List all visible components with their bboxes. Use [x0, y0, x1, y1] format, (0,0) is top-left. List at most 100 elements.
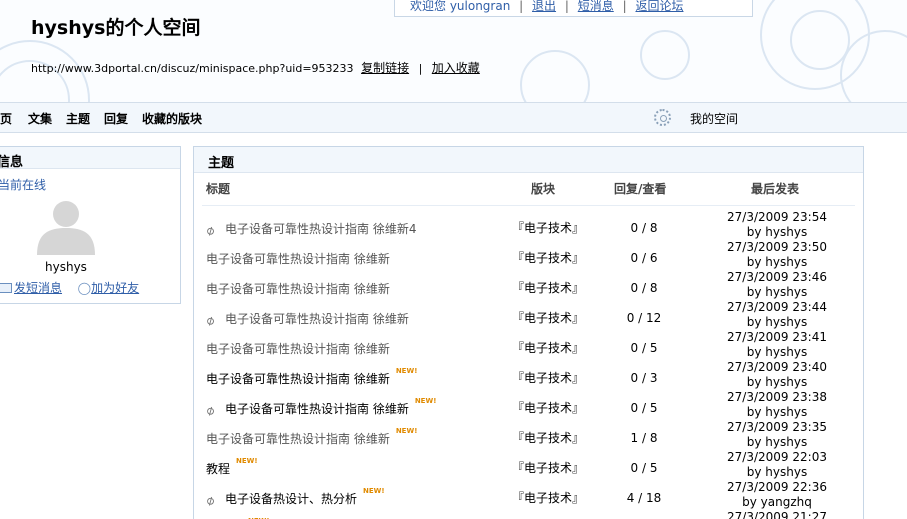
last-post-date: 27/3/2009 23:44 — [727, 300, 827, 314]
topic-row: ⌀ 电子设备可靠性热设计指南 徐维新4 『电子技术』 0 / 8 27/3/2009 2… — [194, 210, 865, 240]
topic-last-post: 27/3/2009 23:40 by hyshys — [706, 360, 848, 390]
topic-last-post: 27/3/2009 23:38 by hyshys — [706, 390, 848, 420]
last-post-date: 27/3/2009 23:38 — [727, 390, 827, 404]
topic-title-link[interactable]: 电子设备可靠性热设计指南 徐维新 — [206, 282, 390, 296]
add-favorite-button[interactable]: 加入收藏 — [432, 61, 480, 75]
topic-title-link[interactable]: 电子设备可靠性热设计指南 徐维新 — [225, 402, 409, 416]
header-decoration — [640, 30, 690, 80]
user-actions: 发短消息 ◯加为好友 — [0, 279, 139, 296]
topic-title-link[interactable]: 教程 — [206, 462, 230, 476]
last-post-author[interactable]: by hyshys — [706, 255, 848, 270]
nav-item-topics[interactable]: 主题 — [66, 110, 90, 127]
topic-title-link[interactable]: 电子设备可靠性热设计指南 徐维新 — [206, 252, 390, 266]
topic-stats: 0 / 5 — [630, 341, 658, 355]
topic-title-cell: ⌀ 电子设备热设计、热分析 NEW! — [203, 487, 385, 509]
panel-header: 主题 — [194, 147, 863, 173]
topic-stats: 0 / 8 — [630, 281, 658, 295]
topic-stats: 0 / 3 — [630, 371, 658, 385]
separator: | — [519, 0, 524, 13]
url-row: http://www.3dportal.cn/discuz/minispace.… — [31, 59, 480, 76]
topic-forum-link[interactable]: 『电子技术』 — [512, 279, 584, 296]
topic-forum-link[interactable]: 『电子技术』 — [512, 489, 584, 506]
last-post-author[interactable]: by hyshys — [706, 285, 848, 300]
col-header-last-post: 最后发表 — [751, 182, 800, 196]
last-post-author[interactable]: by yangzhq — [706, 495, 848, 510]
last-post-author[interactable]: by hyshys — [706, 405, 848, 420]
nav-item-replies[interactable]: 回复 — [104, 110, 128, 127]
last-post-author[interactable]: by hyshys — [706, 465, 848, 480]
new-badge: NEW! — [236, 457, 258, 465]
new-badge: NEW! — [395, 427, 418, 435]
topic-title-link[interactable]: 电子设备可靠性热设计指南 徐维新 — [225, 312, 409, 326]
last-post-date: 27/3/2009 23:46 — [727, 270, 827, 284]
topic-stats: 0 / 5 — [630, 401, 658, 415]
username: hyshys — [45, 260, 87, 274]
space-url: http://www.3dportal.cn/discuz/minispace.… — [31, 62, 354, 75]
back-to-forum-link[interactable]: 返回论坛 — [635, 0, 683, 13]
divider — [202, 205, 855, 206]
my-space-link[interactable]: 我的空间 — [690, 110, 738, 127]
add-friend-link[interactable]: 加为好友 — [91, 281, 139, 295]
topic-title-link[interactable]: 电子设备可靠性热设计指南 徐维新 — [206, 432, 390, 446]
col-header-forum: 版块 — [531, 182, 556, 196]
topic-last-post: 27/3/2009 21:27by hyshys — [706, 510, 848, 519]
topic-title-cell: 电子设备可靠性热设计指南 徐维新 — [206, 250, 390, 267]
topic-forum-link[interactable]: 『电子技术』 — [512, 429, 584, 446]
topic-row: 电子设备可靠性热设计指南 徐维新 『电子技术』 0 / 6 27/3/2009 23:… — [194, 240, 865, 270]
nav-item-home[interactable]: 首页 — [0, 110, 12, 127]
send-pm-link[interactable]: 发短消息 — [14, 281, 62, 295]
topic-title-cell: 电子设备可靠性热设计指南 徐维新 — [206, 280, 390, 297]
topic-title-link[interactable]: 电子设备可靠性热设计指南 徐维新4 — [225, 222, 416, 236]
last-post-author[interactable]: by hyshys — [706, 345, 848, 360]
separator: | — [622, 0, 627, 13]
last-post-date: 27/3/2009 23:50 — [727, 240, 827, 254]
last-post-author[interactable]: by hyshys — [706, 435, 848, 450]
topic-title-cell: 电子设备可靠性热设计指南 徐维新 NEW! — [206, 367, 417, 387]
new-badge: NEW! — [363, 487, 385, 495]
topic-forum-link[interactable]: 『电子技术』 — [512, 309, 584, 326]
topic-stats: 0 / 12 — [626, 311, 662, 325]
copy-link-button[interactable]: 复制链接 — [361, 61, 409, 75]
topic-row: 电子设备可靠性热设计指南 徐维新 『电子技术』 0 / 8 27/3/2009 23:… — [194, 270, 865, 300]
topic-last-post: 27/3/2009 23:50 by hyshys — [706, 240, 848, 270]
last-post-date: 27/3/2009 22:36 — [727, 480, 827, 494]
topic-stats: 4 / 18 — [626, 491, 662, 505]
separator: | — [418, 62, 423, 75]
topic-title-cell: ⌀ 电子设备可靠性热设计指南 徐维新 NEW! — [203, 397, 437, 420]
paperclip-icon: ⌀ — [203, 402, 218, 420]
topic-forum-link[interactable]: 『电子技术』 — [512, 369, 584, 386]
topic-forum-link[interactable]: 『电子技术』 — [512, 399, 584, 416]
col-header-title: 标题 — [206, 182, 231, 196]
separator: | — [564, 0, 569, 13]
topic-forum-link[interactable]: 『电子技术』 — [512, 339, 584, 356]
nav-item-articles[interactable]: 文集 — [28, 110, 52, 127]
envelope-icon — [0, 283, 12, 293]
last-post-date: 27/3/2009 23:35 — [727, 420, 827, 434]
new-badge: NEW! — [414, 397, 437, 405]
topic-forum-link[interactable]: 『电子技术』 — [512, 459, 584, 476]
panel-header: 信息 — [0, 147, 180, 170]
topic-title-link[interactable]: 电子设备热设计、热分析 — [225, 492, 357, 506]
nav-item-favorite-forums[interactable]: 收藏的版块 — [142, 110, 202, 127]
topic-title-link[interactable]: 电子设备可靠性热设计指南 徐维新 — [206, 342, 390, 356]
last-post-author[interactable]: by hyshys — [706, 225, 848, 240]
last-post-author[interactable]: by hyshys — [706, 315, 848, 330]
logout-link[interactable]: 退出 — [532, 0, 556, 13]
topic-forum-link[interactable]: 『电子技术』 — [512, 219, 584, 236]
last-post-author[interactable]: by hyshys — [706, 375, 848, 390]
paperclip-icon: ⌀ — [203, 312, 218, 330]
topic-last-post: 27/3/2009 23:54 by hyshys — [706, 210, 848, 240]
topic-title-cell: ⌀ 电子设备可靠性热设计指南 徐维新4 — [203, 220, 416, 239]
topic-row: ⌀ 电子设备可靠性热设计指南 徐维新 NEW! 『电子技术』 0 / 5 27/3/200… — [194, 390, 865, 420]
gear-icon[interactable] — [654, 109, 671, 126]
topic-stats: 0 / 6 — [630, 251, 658, 265]
last-post-date: 27/3/2009 23:41 — [727, 330, 827, 344]
topic-last-post: 27/3/2009 23:35 by hyshys — [706, 420, 848, 450]
topic-row: 电子设备可靠性热设计指南 徐维新 NEW! 『电子技术』 1 / 8 27/3/2009… — [194, 420, 865, 450]
topic-row: 电子设备可靠性热设计指南 徐维新 『电子技术』 0 / 5 27/3/2009 23:… — [194, 330, 865, 360]
pm-link[interactable]: 短消息 — [578, 0, 614, 13]
topic-forum-link[interactable]: 『电子技术』 — [512, 249, 584, 266]
last-post-date: 27/3/2009 21:27 — [727, 510, 827, 519]
topic-title-link[interactable]: 电子设备可靠性热设计指南 徐维新 — [206, 372, 390, 386]
topic-stats: 1 / 8 — [630, 431, 658, 445]
